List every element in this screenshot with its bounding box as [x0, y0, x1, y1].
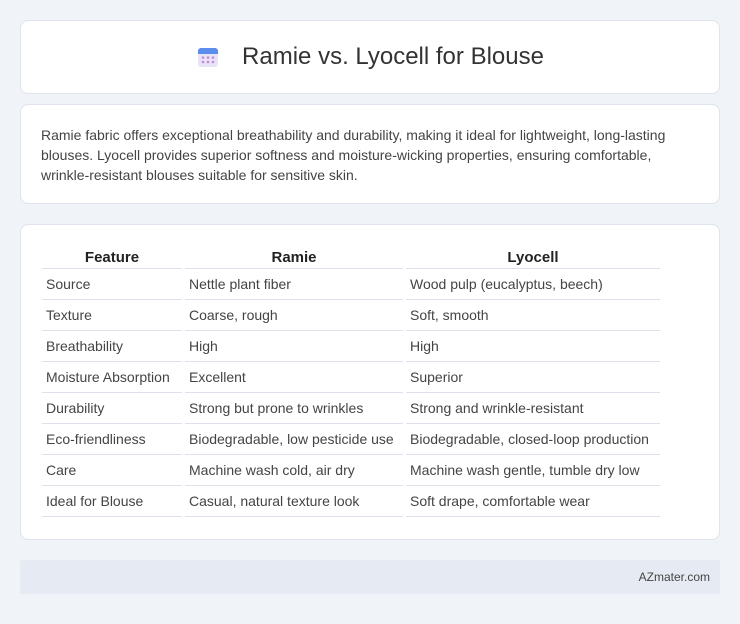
header-ramie: Ramie: [185, 247, 403, 269]
cell-feature: Durability: [42, 393, 182, 424]
table-row: Breathability High High: [42, 331, 660, 362]
calendar-icon: [198, 48, 219, 67]
page-title: Ramie vs. Lyocell for Blouse: [242, 43, 544, 70]
table-card: Feature Ramie Lyocell Source Nettle plan…: [20, 224, 720, 540]
table-row: Eco-friendliness Biodegradable, low pest…: [42, 424, 660, 455]
table-row: Moisture Absorption Excellent Superior: [42, 362, 660, 393]
cell-feature: Moisture Absorption: [42, 362, 182, 393]
header-card: Ramie vs. Lyocell for Blouse: [20, 20, 720, 94]
cell-lyocell: Strong and wrinkle-resistant: [406, 393, 660, 424]
table-row: Ideal for Blouse Casual, natural texture…: [42, 486, 660, 517]
cell-lyocell: Wood pulp (eucalyptus, beech): [406, 269, 660, 300]
footer: AZmater.com: [20, 560, 720, 594]
title-wrap: Ramie vs. Lyocell for Blouse: [196, 43, 544, 71]
cell-ramie: Coarse, rough: [185, 300, 403, 331]
cell-lyocell: Superior: [406, 362, 660, 393]
table-row: Care Machine wash cold, air dry Machine …: [42, 455, 660, 486]
cell-feature: Ideal for Blouse: [42, 486, 182, 517]
cell-ramie: Strong but prone to wrinkles: [185, 393, 403, 424]
cell-feature: Breathability: [42, 331, 182, 362]
cell-lyocell: Biodegradable, closed-loop production: [406, 424, 660, 455]
table-row: Durability Strong but prone to wrinkles …: [42, 393, 660, 424]
cell-ramie: High: [185, 331, 403, 362]
intro-text: Ramie fabric offers exceptional breathab…: [41, 127, 666, 183]
intro-card: Ramie fabric offers exceptional breathab…: [20, 104, 720, 204]
cell-lyocell: Machine wash gentle, tumble dry low: [406, 455, 660, 486]
cell-feature: Care: [42, 455, 182, 486]
cell-ramie: Casual, natural texture look: [185, 486, 403, 517]
cell-ramie: Machine wash cold, air dry: [185, 455, 403, 486]
footer-site-link[interactable]: AZmater.com: [639, 570, 710, 584]
table-row: Source Nettle plant fiber Wood pulp (euc…: [42, 269, 660, 300]
cell-feature: Texture: [42, 300, 182, 331]
table-row: Texture Coarse, rough Soft, smooth: [42, 300, 660, 331]
header-feature: Feature: [42, 247, 182, 269]
cell-ramie: Biodegradable, low pesticide use: [185, 424, 403, 455]
cell-feature: Eco-friendliness: [42, 424, 182, 455]
comparison-table: Feature Ramie Lyocell Source Nettle plan…: [39, 247, 663, 517]
cell-ramie: Excellent: [185, 362, 403, 393]
cell-lyocell: Soft drape, comfortable wear: [406, 486, 660, 517]
cell-lyocell: Soft, smooth: [406, 300, 660, 331]
cell-ramie: Nettle plant fiber: [185, 269, 403, 300]
cell-lyocell: High: [406, 331, 660, 362]
table-header-row: Feature Ramie Lyocell: [42, 247, 660, 269]
header-lyocell: Lyocell: [406, 247, 660, 269]
cell-feature: Source: [42, 269, 182, 300]
